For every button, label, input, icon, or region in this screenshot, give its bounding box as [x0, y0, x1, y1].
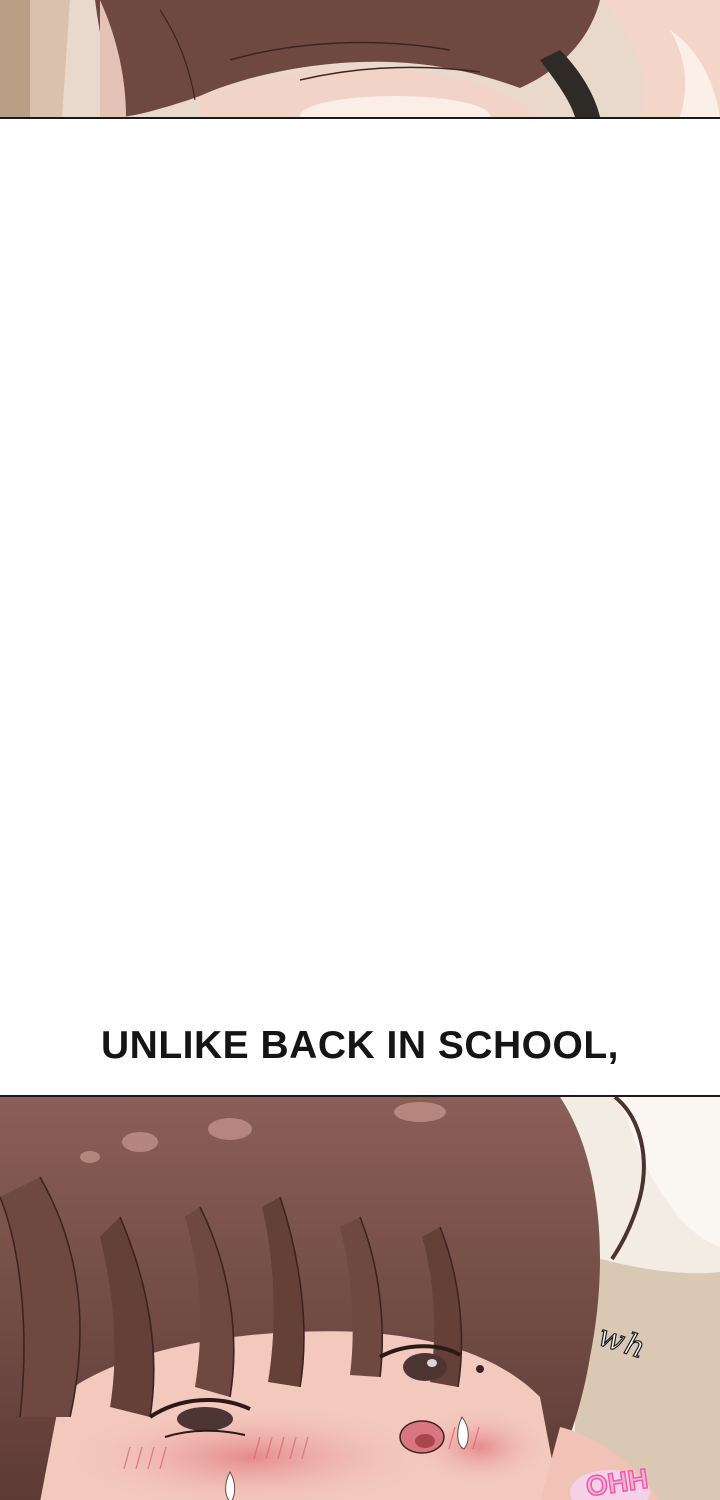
top-panel-illustration — [0, 0, 720, 117]
comic-page: UNLIKE BACK IN SCHOOL, wh OHH — [0, 0, 720, 1500]
narration-caption: UNLIKE BACK IN SCHOOL, — [101, 1024, 619, 1067]
bottom-panel: wh OHH — [0, 1095, 720, 1500]
bottom-panel-illustration — [0, 1097, 720, 1500]
top-panel — [0, 0, 720, 119]
